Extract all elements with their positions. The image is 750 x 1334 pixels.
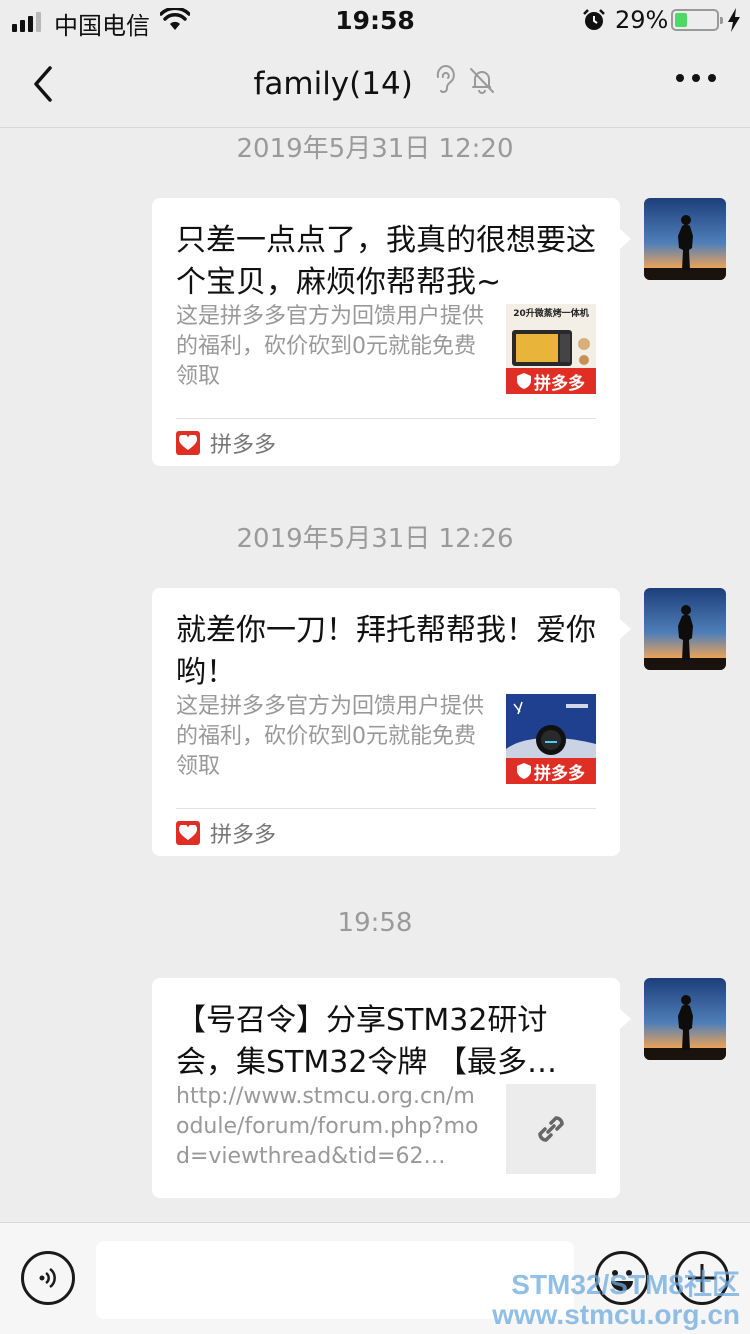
link-icon (538, 1116, 564, 1142)
badge-label: 拼多多 (534, 763, 585, 784)
shield-icon (517, 763, 531, 779)
alarm-icon (583, 9, 605, 30)
voice-icon (39, 1267, 56, 1289)
pinduoduo-logo-icon (176, 431, 200, 455)
card-url: http://www.stmcu.org.cn/module/forum/for… (176, 1084, 479, 1169)
voice-button[interactable] (21, 1251, 75, 1305)
divider (176, 808, 596, 809)
divider (176, 418, 596, 419)
card-title: 只差一点点了，我真的很想要这个宝贝，麻烦你帮帮我~ (176, 223, 596, 300)
chat-title: family(14) (253, 65, 413, 102)
card-title: 【号召令】分享STM32研讨会，集STM32令牌 【最多… (176, 1003, 557, 1080)
avatar[interactable] (644, 978, 726, 1060)
chat-header: family(14) (0, 40, 750, 128)
badge-label: 拼多多 (534, 373, 585, 394)
product-thumbnail: 20升微蒸烤一体机 拼多多 (506, 304, 596, 394)
bell-muted-icon (469, 67, 494, 94)
pinduoduo-badge: 拼多多 (506, 758, 596, 784)
chat-title-area[interactable]: family(14) (0, 64, 750, 103)
card-description: 这是拼多多官方为回馈用户提供的福利，砍价砍到0元就能免费领取 (176, 694, 485, 779)
timestamp: 2019年5月31日 12:26 (236, 524, 514, 554)
ear-icon (436, 64, 455, 93)
plus-icon (688, 1264, 716, 1292)
shield-icon (517, 373, 531, 389)
card-source: 拼多多 (176, 818, 276, 848)
message-input[interactable] (96, 1241, 574, 1319)
status-bar: 中国电信 19:58 29% (0, 0, 750, 40)
charging-bolt-icon (728, 8, 740, 32)
battery-percent: 29% (615, 6, 669, 34)
emoji-icon (611, 1270, 633, 1291)
source-name: 拼多多 (210, 823, 277, 848)
card-source: 拼多多 (176, 428, 276, 458)
chat-input-bar (0, 1222, 750, 1334)
shared-link-card[interactable]: 就差你一刀！拜托帮帮我！爱你哟！ 这是拼多多官方为回馈用户提供的福利，砍价砍到0… (152, 588, 631, 856)
shared-link-card[interactable]: 【号召令】分享STM32研讨会，集STM32令牌 【最多… http://www… (152, 978, 631, 1198)
avatar[interactable] (644, 198, 726, 280)
product-thumbnail: 拼多多 (506, 694, 596, 784)
emoji-button[interactable] (595, 1251, 649, 1305)
more-functions-button[interactable] (675, 1251, 729, 1305)
timestamp: 19:58 (337, 908, 413, 938)
pinduoduo-badge: 拼多多 (506, 368, 596, 394)
pinduoduo-logo-icon (176, 821, 200, 845)
avatar[interactable] (644, 588, 726, 670)
thumbnail-caption: 20升微蒸烤一体机 (513, 309, 589, 319)
card-title: 就差你一刀！拜托帮帮我！爱你哟！ (176, 613, 596, 690)
more-button[interactable] (676, 74, 716, 82)
timestamp: 2019年5月31日 12:20 (236, 134, 514, 164)
card-description: 这是拼多多官方为回馈用户提供的福利，砍价砍到0元就能免费领取 (176, 304, 485, 389)
shared-link-card[interactable]: 只差一点点了，我真的很想要这个宝贝，麻烦你帮帮我~ 这是拼多多官方为回馈用户提供… (152, 198, 631, 466)
source-name: 拼多多 (210, 433, 277, 458)
link-thumbnail (506, 1084, 596, 1174)
battery-icon (671, 9, 723, 31)
